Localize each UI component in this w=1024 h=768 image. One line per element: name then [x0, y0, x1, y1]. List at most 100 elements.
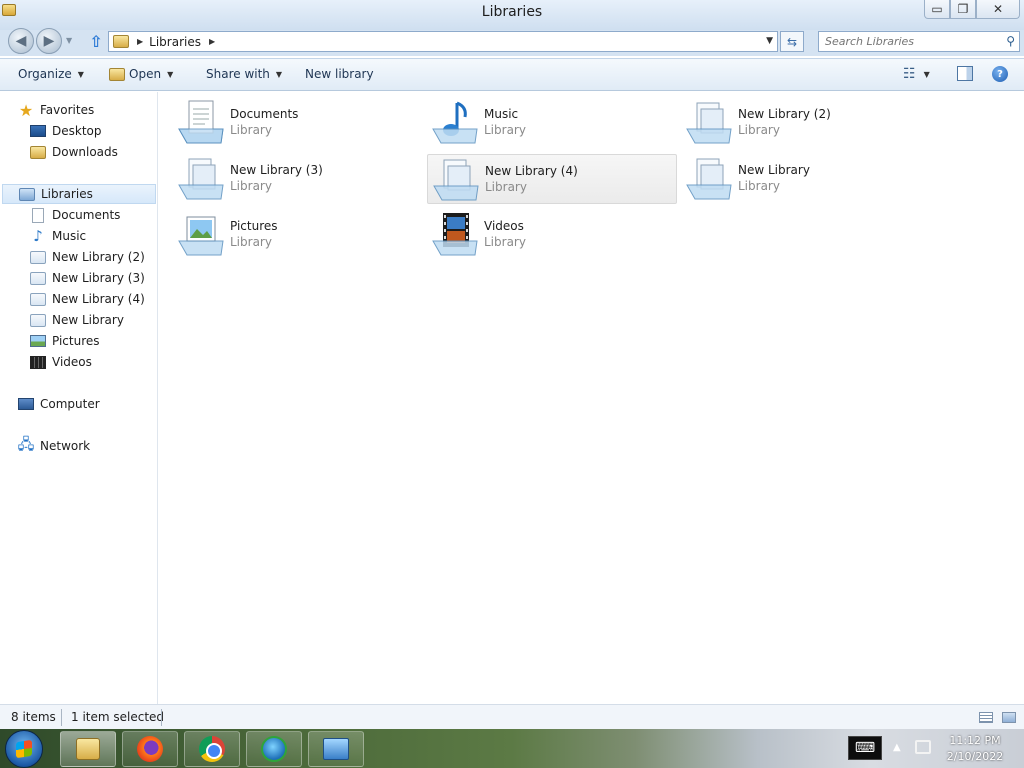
nav-videos[interactable]: Videos — [30, 352, 92, 372]
system-clock[interactable]: 11:12 PM 2/10/2022 — [935, 733, 1015, 765]
preview-pane-icon[interactable] — [957, 66, 973, 81]
nav-pictures[interactable]: Pictures — [30, 331, 100, 351]
organize-button[interactable]: Organize ▼ — [18, 67, 84, 81]
library-tile-selected[interactable]: New Library (4) Library — [427, 154, 677, 204]
item-count: 8 items — [11, 710, 56, 724]
keyboard-icon[interactable]: ⌨ — [848, 736, 882, 760]
taskbar-firefox-button[interactable] — [122, 731, 178, 767]
share-with-button[interactable]: Share with ▼ — [206, 67, 282, 81]
music-note-icon: ♪ — [33, 227, 43, 245]
title-bar[interactable]: Libraries — [0, 0, 1024, 30]
pictures-icon — [30, 335, 46, 347]
details-view-icon[interactable] — [979, 712, 993, 723]
recent-pages-dropdown[interactable]: ▼ — [66, 36, 72, 45]
item-name: Music — [484, 107, 519, 121]
restore-button[interactable]: ❐ — [950, 0, 976, 19]
change-view-button[interactable]: ☷ ▼ — [903, 66, 930, 82]
network-status-icon[interactable] — [915, 740, 931, 754]
new-library-button[interactable]: New library — [305, 67, 374, 81]
item-name: Pictures — [230, 219, 278, 233]
taskbar-download-manager-button[interactable] — [246, 731, 302, 767]
breadcrumb-expand-icon[interactable]: ▶ — [209, 37, 215, 46]
nav-documents-label: Documents — [52, 208, 121, 222]
nav-new-library[interactable]: New Library — [30, 310, 124, 330]
content-pane[interactable]: Documents Library Music Library New Libr… — [159, 92, 1024, 704]
library-icon — [30, 271, 46, 285]
window-title: Libraries — [481, 4, 543, 20]
show-hidden-icons-icon[interactable]: ▲ — [893, 742, 901, 753]
share-with-caret-icon: ▼ — [275, 69, 283, 79]
nav-computer-label: Computer — [40, 397, 100, 411]
nav-new-library-3[interactable]: New Library (3) — [30, 268, 145, 288]
library-tile[interactable]: Documents Library — [173, 98, 423, 148]
music-library-icon — [432, 101, 478, 144]
item-type: Library — [484, 123, 526, 137]
nav-libraries[interactable]: Libraries — [2, 184, 156, 204]
item-name: New Library (2) — [738, 107, 831, 121]
installer-icon — [323, 738, 349, 760]
forward-arrow-icon: ▶ — [43, 33, 55, 49]
item-type: Library — [230, 235, 272, 249]
help-icon[interactable]: ? — [992, 66, 1008, 82]
nav-documents[interactable]: Documents — [30, 205, 120, 225]
nav-downloads[interactable]: Downloads — [30, 142, 118, 162]
library-tile[interactable]: New Library Library — [681, 154, 931, 204]
large-icons-view-icon[interactable] — [1002, 712, 1016, 723]
forward-button[interactable]: ▶ — [36, 28, 62, 54]
item-name: New Library — [738, 163, 810, 177]
close-button[interactable]: ✕ — [976, 0, 1020, 19]
navigation-pane[interactable]: ★ Favorites Desktop Downloads Libraries … — [0, 92, 158, 704]
library-tile[interactable]: Music Library — [427, 98, 677, 148]
library-tile[interactable]: New Library (2) Library — [681, 98, 931, 148]
up-level-button[interactable]: ⇧ — [86, 32, 106, 51]
library-tile[interactable]: Pictures Library — [173, 210, 423, 260]
search-icon[interactable]: ⚲ — [1006, 34, 1015, 48]
up-arrow-icon: ⇧ — [89, 32, 103, 51]
organize-label: Organize — [18, 67, 72, 81]
open-button[interactable]: Open ▼ — [109, 67, 173, 81]
refresh-icon: ⇆ — [786, 34, 798, 49]
taskbar-installer-button[interactable] — [308, 731, 364, 767]
firefox-icon — [137, 736, 163, 762]
library-tile[interactable]: New Library (3) Library — [173, 154, 423, 204]
desktop-icon — [30, 125, 46, 137]
taskbar-chrome-button[interactable] — [184, 731, 240, 767]
refresh-button[interactable]: ⇆ — [780, 31, 804, 52]
address-dropdown-icon[interactable]: ▼ — [766, 36, 773, 46]
status-bar: 8 items 1 item selected — [0, 704, 1024, 729]
library-icon — [178, 158, 224, 200]
nav-favorites-label: Favorites — [40, 103, 95, 117]
breadcrumb-libraries[interactable]: Libraries — [149, 35, 201, 49]
library-tile[interactable]: Videos Library — [427, 210, 677, 260]
address-bar[interactable]: ▶ Libraries ▶ ▼ — [108, 31, 778, 52]
taskbar-explorer-button[interactable] — [60, 731, 116, 767]
item-name: Documents — [230, 107, 299, 121]
pictures-library-icon — [178, 216, 224, 256]
computer-icon — [18, 398, 34, 410]
nav-new-library-4[interactable]: New Library (4) — [30, 289, 145, 309]
search-box[interactable]: ⚲ — [818, 31, 1020, 52]
search-input[interactable] — [819, 32, 999, 51]
open-caret-icon: ▼ — [167, 69, 174, 79]
item-type: Library — [230, 179, 272, 193]
nav-network[interactable]: 🖧 Network — [18, 435, 90, 456]
view-options-icon: ☷ — [903, 66, 916, 82]
back-arrow-icon: ◀ — [15, 33, 27, 49]
nav-music[interactable]: ♪ Music — [30, 226, 86, 246]
item-type: Library — [738, 123, 780, 137]
nav-favorites[interactable]: ★ Favorites — [18, 100, 94, 120]
new-library-label: New library — [305, 67, 374, 81]
nav-desktop[interactable]: Desktop — [30, 121, 102, 141]
library-icon — [686, 158, 732, 200]
item-name: New Library (3) — [230, 163, 323, 177]
item-type: Library — [484, 235, 526, 249]
nav-new-library-2-label: New Library (2) — [52, 250, 145, 264]
open-label: Open — [129, 67, 162, 81]
breadcrumb-separator-icon[interactable]: ▶ — [137, 37, 143, 46]
nav-computer[interactable]: Computer — [18, 394, 100, 414]
minimize-button[interactable]: ▭ — [924, 0, 950, 19]
item-type: Library — [230, 123, 272, 137]
back-button[interactable]: ◀ — [8, 28, 34, 54]
nav-new-library-2[interactable]: New Library (2) — [30, 247, 145, 267]
nav-desktop-label: Desktop — [52, 124, 102, 138]
